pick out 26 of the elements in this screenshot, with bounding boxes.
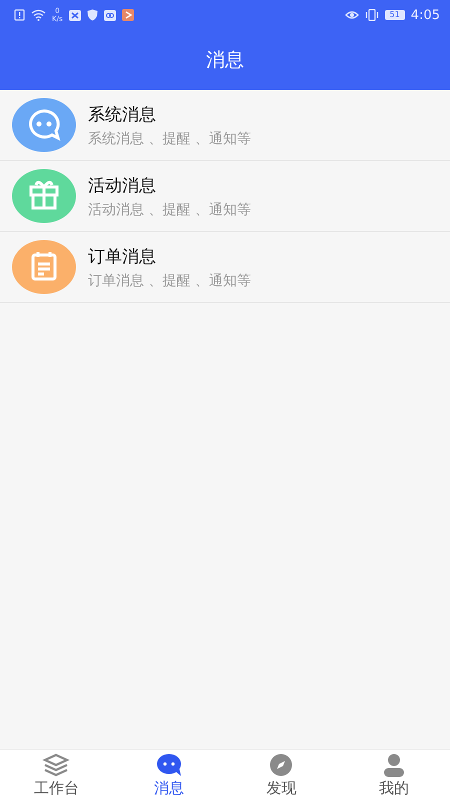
tab-bar-item[interactable]: 工作台 [0,750,112,800]
app-icon [68,10,81,20]
tab-bar-item[interactable]: 消息 [112,750,225,800]
page-title: 消息 [205,48,245,73]
category-description: 活动消息 、提醒 、通知等 [88,200,251,218]
tab-bar-item[interactable]: 我的 [338,750,450,800]
tab-bar-item[interactable]: 发现 [225,750,338,800]
layers-icon [42,752,70,776]
category-description: 系统消息 、提醒 、通知等 [88,130,251,148]
category-description: 订单消息 、提醒 、通知等 [88,272,251,290]
wifi-icon [31,9,46,21]
category-title: 活动消息 [88,174,157,196]
alert-icon [14,9,25,21]
chat-icon [154,752,183,776]
play-icon [122,9,134,21]
clock-time: 4:05 [410,8,440,22]
eye-icon [344,10,359,20]
vibrate-icon [364,9,379,21]
category-title: 订单消息 [88,246,157,268]
shield-icon [86,9,98,21]
message-category-item[interactable]: 系统消息 系统消息 、提醒 、通知等 [0,90,450,161]
app-icon [104,10,116,20]
message-category-item[interactable]: 活动消息 活动消息 、提醒 、通知等 [0,161,450,232]
category-title: 系统消息 [88,104,157,126]
battery-icon: 51 [384,10,405,20]
message-category-item[interactable]: 订单消息 订单消息 、提醒 、通知等 [0,232,450,303]
